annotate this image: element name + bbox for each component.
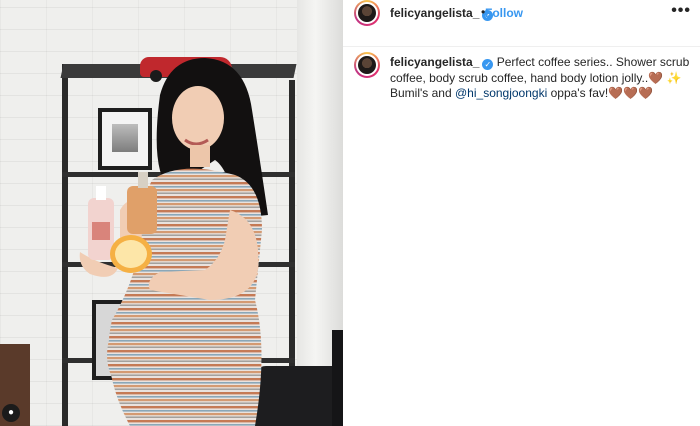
post-header: felicyangelista_ ✓ • Follow ••• xyxy=(343,0,700,47)
post-image[interactable]: ● xyxy=(0,0,343,426)
header-username[interactable]: felicyangelista_ ✓ xyxy=(390,6,494,21)
mention-link[interactable]: @hi_songjoongki xyxy=(455,86,547,100)
user-tag-icon[interactable]: ● xyxy=(2,404,20,422)
avatar-image xyxy=(356,54,378,76)
caption-avatar[interactable] xyxy=(354,52,380,78)
caption-username[interactable]: felicyangelista_ xyxy=(390,55,479,69)
avatar-image xyxy=(356,2,378,24)
caption-body-2: Bumil's and xyxy=(390,86,452,100)
caption-text: felicyangelista_ ✓ Perfect coffee series.… xyxy=(390,55,695,102)
brown-heart-icon: 🤎 xyxy=(648,70,664,85)
sparkles-icon: ✨ xyxy=(666,70,682,85)
header-username-text[interactable]: felicyangelista_ xyxy=(390,6,479,20)
verified-badge-icon: ✓ xyxy=(482,59,494,70)
person-figure xyxy=(79,58,268,426)
caption-body-3: oppa's fav! xyxy=(550,86,609,100)
more-options-icon[interactable]: ••• xyxy=(671,2,691,20)
header-avatar[interactable] xyxy=(354,0,380,26)
follow-button[interactable]: Follow xyxy=(485,6,523,20)
brown-hearts-icon: 🤎🤎🤎 xyxy=(608,86,654,100)
